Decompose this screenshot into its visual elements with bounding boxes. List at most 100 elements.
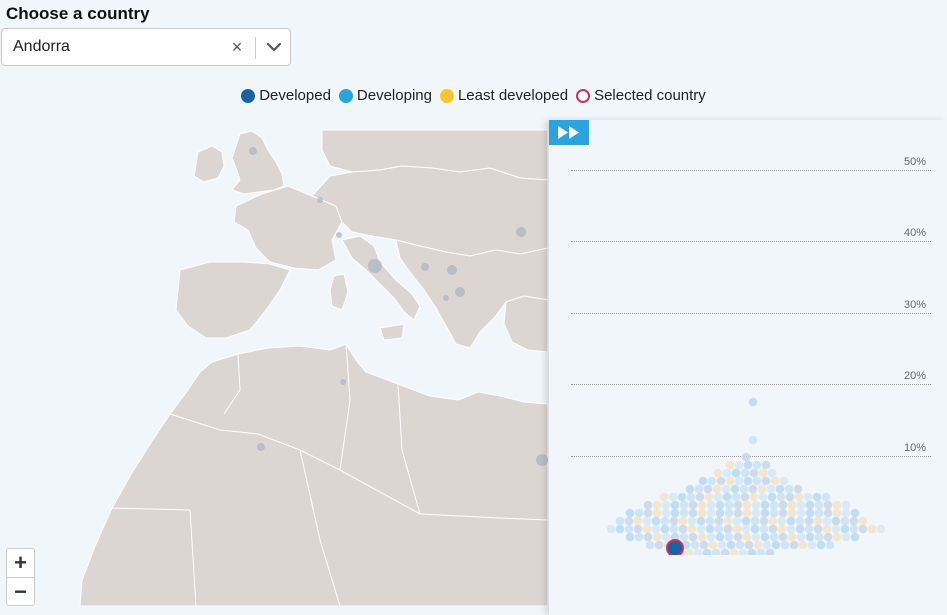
country-dot[interactable] [722, 492, 732, 502]
country-dot[interactable] [723, 516, 733, 526]
country-dot[interactable] [723, 524, 733, 534]
country-dot[interactable] [759, 524, 769, 534]
country-dot[interactable] [716, 476, 726, 486]
country-dot[interactable] [711, 548, 721, 555]
country-dot[interactable] [832, 508, 842, 518]
country-dot[interactable] [759, 516, 769, 526]
selected-country-marker[interactable] [666, 539, 684, 555]
country-dot[interactable] [634, 532, 644, 542]
country-dot[interactable] [744, 540, 754, 550]
country-dot[interactable] [740, 492, 750, 502]
country-dot[interactable] [751, 532, 761, 542]
country-dot[interactable] [724, 500, 734, 510]
clear-icon[interactable]: × [226, 35, 248, 59]
country-dot[interactable] [713, 468, 723, 478]
country-dot[interactable] [804, 516, 814, 526]
country-dot[interactable] [733, 508, 743, 518]
country-dot[interactable] [740, 468, 750, 478]
country-dot[interactable] [686, 492, 696, 502]
country-dot[interactable] [858, 524, 868, 534]
country-dot[interactable] [661, 532, 671, 542]
country-dot[interactable] [724, 532, 734, 542]
country-dot[interactable] [796, 500, 806, 510]
country-dot[interactable] [704, 492, 714, 502]
country-dot[interactable] [850, 508, 860, 518]
country-dot[interactable] [832, 500, 842, 510]
country-dot[interactable] [697, 532, 707, 542]
country-dot[interactable] [858, 516, 868, 526]
country-dot[interactable] [825, 540, 835, 550]
country-dot[interactable] [749, 468, 759, 478]
country-dot[interactable] [822, 524, 832, 534]
country-dot[interactable] [766, 484, 776, 494]
country-dot[interactable] [760, 532, 770, 542]
country-dot[interactable] [822, 516, 832, 526]
country-dot[interactable] [742, 532, 752, 542]
country-dot[interactable] [725, 460, 735, 470]
country-dot[interactable] [787, 532, 797, 542]
chevron-down-icon[interactable] [262, 35, 286, 59]
country-dot[interactable] [778, 500, 788, 510]
country-dot[interactable] [633, 524, 643, 534]
country-dot[interactable] [841, 532, 851, 542]
country-dot[interactable] [762, 540, 772, 550]
country-dot[interactable] [660, 524, 670, 534]
country-dot[interactable] [748, 397, 758, 407]
country-dot[interactable] [747, 548, 757, 555]
country-dot[interactable] [633, 516, 643, 526]
country-dot[interactable] [734, 460, 744, 470]
country-dot[interactable] [787, 508, 797, 518]
country-dot[interactable] [742, 500, 752, 510]
country-dot[interactable] [813, 516, 823, 526]
country-dot[interactable] [814, 500, 824, 510]
country-dot[interactable] [840, 524, 850, 534]
country-dot[interactable] [732, 524, 742, 534]
country-dot[interactable] [813, 524, 823, 534]
country-dot[interactable] [796, 532, 806, 542]
country-dot[interactable] [787, 500, 797, 510]
country-dot[interactable] [758, 468, 768, 478]
country-dot[interactable] [876, 524, 886, 534]
country-dot[interactable] [823, 500, 833, 510]
country-dot[interactable] [743, 460, 753, 470]
country-dot[interactable] [732, 516, 742, 526]
country-dot[interactable] [823, 532, 833, 542]
country-dot[interactable] [831, 524, 841, 534]
zoom-out-button[interactable]: − [7, 578, 34, 606]
country-dot[interactable] [789, 540, 799, 550]
country-dot[interactable] [752, 460, 762, 470]
country-dot[interactable] [661, 500, 671, 510]
country-dot[interactable] [659, 492, 669, 502]
country-dot[interactable] [760, 500, 770, 510]
country-dot[interactable] [805, 500, 815, 510]
country-dot[interactable] [721, 484, 731, 494]
country-dot[interactable] [780, 540, 790, 550]
country-dot[interactable] [758, 492, 768, 502]
country-dot[interactable] [741, 524, 751, 534]
country-dot[interactable] [693, 548, 703, 555]
country-dot[interactable] [761, 476, 771, 486]
country-dot[interactable] [698, 476, 708, 486]
country-dot[interactable] [768, 524, 778, 534]
country-dot[interactable] [643, 508, 653, 518]
country-dot[interactable] [705, 516, 715, 526]
country-dot[interactable] [803, 492, 813, 502]
country-dot[interactable] [749, 492, 759, 502]
country-dot[interactable] [748, 435, 758, 445]
country-dot[interactable] [669, 524, 679, 534]
country-dot[interactable] [722, 468, 732, 478]
country-dot[interactable] [742, 508, 752, 518]
country-dot[interactable] [832, 532, 842, 542]
country-dot[interactable] [775, 484, 785, 494]
country-dot[interactable] [615, 516, 625, 526]
country-dot[interactable] [841, 508, 851, 518]
country-dot[interactable] [684, 548, 694, 555]
country-dot[interactable] [715, 508, 725, 518]
country-dot[interactable] [761, 460, 771, 470]
country-dot[interactable] [679, 500, 689, 510]
country-dot[interactable] [706, 508, 716, 518]
country-dot[interactable] [720, 548, 730, 555]
country-dot[interactable] [794, 492, 804, 502]
country-dot[interactable] [823, 508, 833, 518]
country-dot[interactable] [715, 500, 725, 510]
